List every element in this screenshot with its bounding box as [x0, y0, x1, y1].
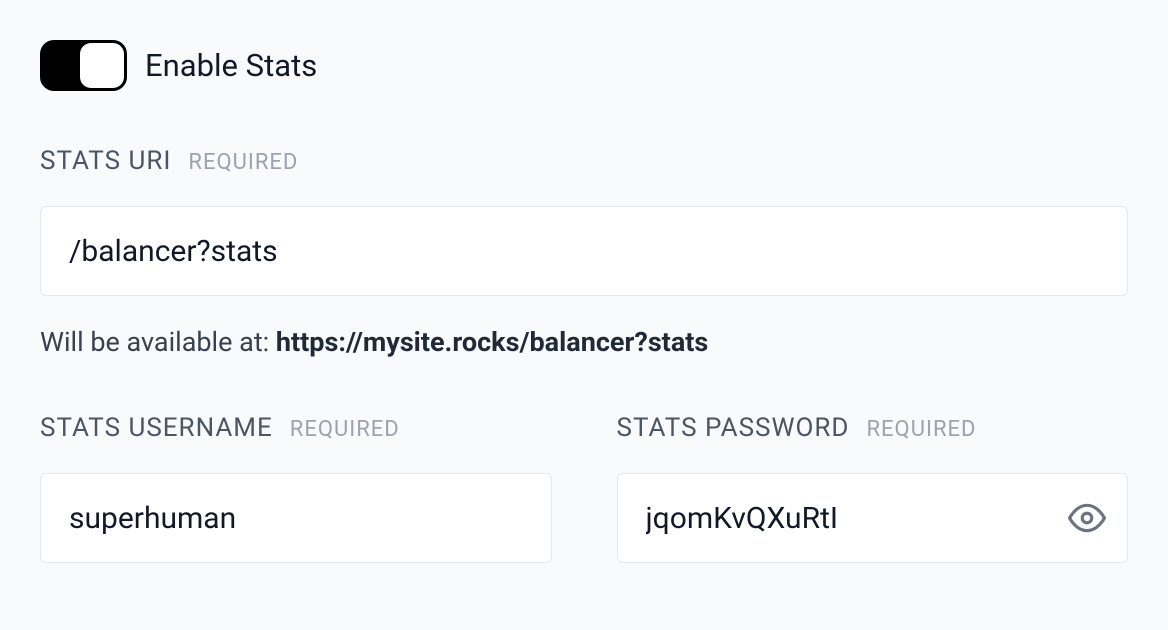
stats-username-label: STATS USERNAME	[40, 413, 273, 443]
stats-password-label: STATS PASSWORD	[617, 413, 850, 443]
stats-password-required-tag: REQUIRED	[867, 417, 977, 442]
stats-uri-required-tag: REQUIRED	[188, 150, 298, 175]
stats-uri-group: STATS URI REQUIRED Will be available at:…	[40, 146, 1128, 358]
stats-uri-hint: Will be available at: https://mysite.roc…	[40, 326, 1128, 358]
stats-password-input[interactable]	[617, 473, 1129, 563]
stats-uri-label: STATS URI	[40, 146, 171, 176]
stats-password-group: STATS PASSWORD REQUIRED	[617, 413, 1129, 563]
enable-stats-row: Enable Stats	[40, 40, 1128, 91]
enable-stats-toggle[interactable]	[40, 40, 127, 91]
stats-username-input[interactable]	[40, 473, 552, 563]
toggle-knob	[80, 43, 124, 88]
stats-uri-input[interactable]	[40, 206, 1128, 296]
enable-stats-label: Enable Stats	[145, 47, 317, 84]
stats-uri-hint-prefix: Will be available at:	[40, 326, 276, 358]
stats-username-group: STATS USERNAME REQUIRED	[40, 413, 552, 563]
toggle-password-visibility-button[interactable]	[1068, 499, 1106, 537]
eye-icon	[1068, 499, 1106, 537]
stats-uri-hint-url: https://mysite.rocks/balancer?stats	[276, 326, 708, 358]
stats-username-required-tag: REQUIRED	[290, 417, 400, 442]
